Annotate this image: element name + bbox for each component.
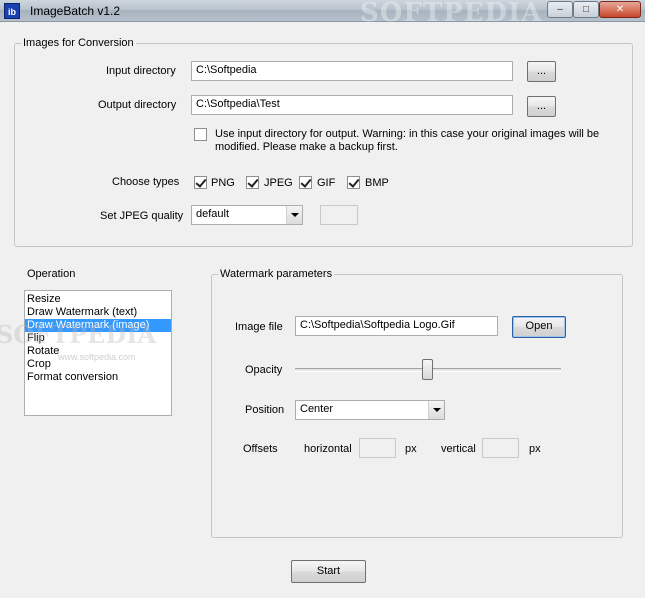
- vertical-offset-field[interactable]: [482, 438, 519, 458]
- horizontal-offset-field[interactable]: [359, 438, 396, 458]
- close-button[interactable]: ✕: [599, 1, 641, 18]
- operation-item-draw-watermark-image[interactable]: Draw Watermark (image): [25, 319, 171, 332]
- jpeg-quality-value: default: [196, 208, 230, 220]
- output-browse-button[interactable]: ...: [527, 96, 556, 117]
- operation-item-crop[interactable]: Crop: [25, 358, 171, 371]
- offsets-label: Offsets: [243, 443, 278, 455]
- output-directory-field[interactable]: C:\Softpedia\Test: [191, 95, 513, 115]
- watermark-legend: Watermark parameters: [220, 268, 333, 280]
- vertical-label: vertical: [441, 443, 476, 455]
- position-value: Center: [300, 403, 334, 415]
- use-input-dir-checkbox[interactable]: [194, 128, 207, 141]
- output-directory-label: Output directory: [98, 99, 177, 111]
- png-checkbox[interactable]: [194, 176, 207, 189]
- jpeg-quality-select[interactable]: default: [191, 205, 303, 225]
- maximize-button[interactable]: □: [573, 1, 599, 18]
- conversion-legend: Images for Conversion: [23, 37, 134, 49]
- horizontal-label: horizontal: [304, 443, 352, 455]
- start-button[interactable]: Start: [291, 560, 366, 583]
- open-button[interactable]: Open: [512, 316, 566, 338]
- position-select[interactable]: Center: [295, 400, 445, 420]
- operation-list[interactable]: Resize Draw Watermark (text) Draw Waterm…: [24, 290, 172, 416]
- bmp-label: BMP: [365, 177, 389, 189]
- position-label: Position: [245, 404, 285, 416]
- jpeg-label: JPEG: [264, 177, 293, 189]
- vertical-px-label: px: [529, 443, 541, 455]
- opacity-label: Opacity: [245, 364, 283, 376]
- window-title: ImageBatch v1.2: [30, 4, 121, 18]
- jpeg-checkbox[interactable]: [246, 176, 259, 189]
- use-input-dir-text-line1: Use input directory for output. Warning:…: [215, 128, 600, 140]
- input-browse-button[interactable]: ...: [527, 61, 556, 82]
- input-directory-label: Input directory: [106, 65, 176, 77]
- use-input-dir-text-line2: modified. Please make a backup first.: [215, 141, 398, 153]
- title-bar: ib ImageBatch v1.2 SOFTPEDIA – □ ✕: [0, 0, 645, 28]
- chevron-down-icon: [286, 206, 302, 224]
- gif-label: GIF: [317, 177, 336, 189]
- choose-types-label: Choose types: [112, 176, 180, 188]
- png-label: PNG: [211, 177, 235, 189]
- operation-item-draw-watermark-text[interactable]: Draw Watermark (text): [25, 306, 171, 319]
- operation-item-flip[interactable]: Flip: [25, 332, 171, 345]
- gif-checkbox[interactable]: [299, 176, 312, 189]
- operation-item-rotate[interactable]: Rotate: [25, 345, 171, 358]
- bmp-checkbox[interactable]: [347, 176, 360, 189]
- opacity-slider-thumb[interactable]: [422, 359, 433, 380]
- app-icon: ib: [4, 3, 20, 19]
- jpeg-quality-label: Set JPEG quality: [100, 210, 184, 222]
- image-file-field[interactable]: C:\Softpedia\Softpedia Logo.Gif: [295, 316, 498, 336]
- operation-item-resize[interactable]: Resize: [25, 293, 171, 306]
- jpeg-quality-number-field[interactable]: [320, 205, 358, 225]
- operation-label: Operation: [27, 268, 76, 280]
- input-directory-field[interactable]: C:\Softpedia: [191, 61, 513, 81]
- minimize-button[interactable]: –: [547, 1, 573, 18]
- chevron-down-icon: [428, 401, 444, 419]
- window-controls: – □ ✕: [547, 1, 641, 19]
- operation-item-format-conversion[interactable]: Format conversion: [25, 371, 171, 384]
- image-file-label: Image file: [235, 321, 283, 333]
- main-window: Images for Conversion Input directory C:…: [0, 22, 645, 598]
- operation-items: Resize Draw Watermark (text) Draw Waterm…: [25, 291, 171, 384]
- horizontal-px-label: px: [405, 443, 417, 455]
